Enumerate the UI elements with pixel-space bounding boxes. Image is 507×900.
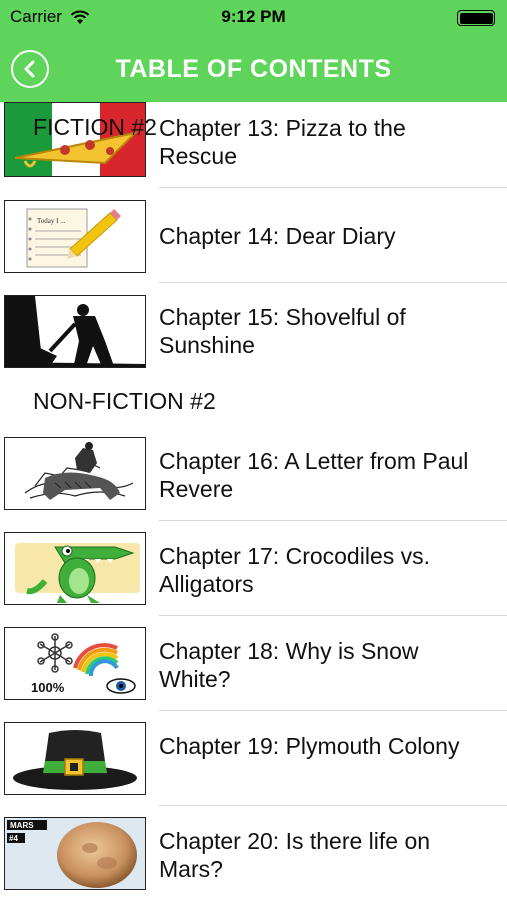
row-separator bbox=[159, 615, 507, 616]
section-header-fiction: FICTION #2 bbox=[33, 114, 157, 140]
svg-text:MARS: MARS bbox=[10, 821, 34, 830]
row-separator bbox=[159, 805, 507, 806]
chapter-title: Chapter 20: Is there life on Mars? bbox=[159, 828, 431, 882]
chapter-title: Chapter 19: Plymouth Colony bbox=[159, 733, 460, 759]
snowflake-rainbow-icon: 100% bbox=[4, 627, 146, 700]
svg-text:#4: #4 bbox=[9, 834, 18, 843]
chapter-row-18[interactable]: 100% Chapter 18: Why is Snow White? bbox=[0, 625, 507, 711]
chapter-row-13[interactable]: FICTION #2 Chapter 13: Pizza to the Resc… bbox=[0, 102, 507, 188]
section-header-non-fiction: NON-FICTION #2 bbox=[33, 388, 216, 414]
chapter-title: Chapter 16: A Letter from Paul Revere bbox=[159, 448, 469, 502]
row-separator bbox=[159, 282, 507, 283]
row-separator bbox=[159, 187, 507, 188]
row-separator bbox=[159, 710, 507, 711]
chapter-row-16[interactable]: Chapter 16: A Letter from Paul Revere bbox=[0, 435, 507, 521]
chevron-left-icon bbox=[24, 60, 35, 78]
status-time: 9:12 PM bbox=[221, 7, 286, 26]
mars-planet-icon: MARS #4 bbox=[4, 817, 146, 890]
diary-pencil-icon: Today I ... bbox=[4, 200, 146, 273]
chapter-row-20[interactable]: MARS #4 Chapter 20: Is there life on Mar… bbox=[0, 815, 507, 900]
chapter-row-19[interactable]: Chapter 19: Plymouth Colony bbox=[0, 720, 507, 806]
pilgrim-hat-icon bbox=[4, 722, 146, 795]
back-button[interactable] bbox=[11, 50, 49, 88]
chapter-row-15[interactable]: Chapter 15: Shovelful of Sunshine bbox=[0, 292, 507, 377]
chapter-title: Chapter 17: Crocodiles vs. Alligators bbox=[159, 543, 431, 597]
horse-rider-icon bbox=[4, 437, 146, 510]
chapter-title: Chapter 15: Shovelful of Sunshine bbox=[159, 304, 406, 358]
chapter-row-17[interactable]: Chapter 17: Crocodiles vs. Alligators bbox=[0, 530, 507, 616]
crocodile-icon bbox=[4, 532, 146, 605]
status-bar: Carrier 9:12 PM bbox=[0, 0, 507, 36]
chapter-title: Chapter 18: Why is Snow White? bbox=[159, 638, 419, 692]
svg-text:100%: 100% bbox=[31, 680, 65, 695]
chapter-title: Chapter 13: Pizza to the Rescue bbox=[159, 115, 406, 169]
battery-icon bbox=[457, 10, 495, 26]
shoveling-silhouette-icon bbox=[4, 295, 146, 368]
svg-text:Today I ...: Today I ... bbox=[37, 217, 66, 225]
chapter-title: Chapter 14: Dear Diary bbox=[159, 223, 396, 249]
chapter-row-14[interactable]: Today I ... Chapter 14: Dear Diary bbox=[0, 197, 507, 283]
page-title: TABLE OF CONTENTS bbox=[115, 54, 392, 83]
nav-bar: TABLE OF CONTENTS bbox=[0, 36, 507, 102]
row-separator bbox=[159, 520, 507, 521]
